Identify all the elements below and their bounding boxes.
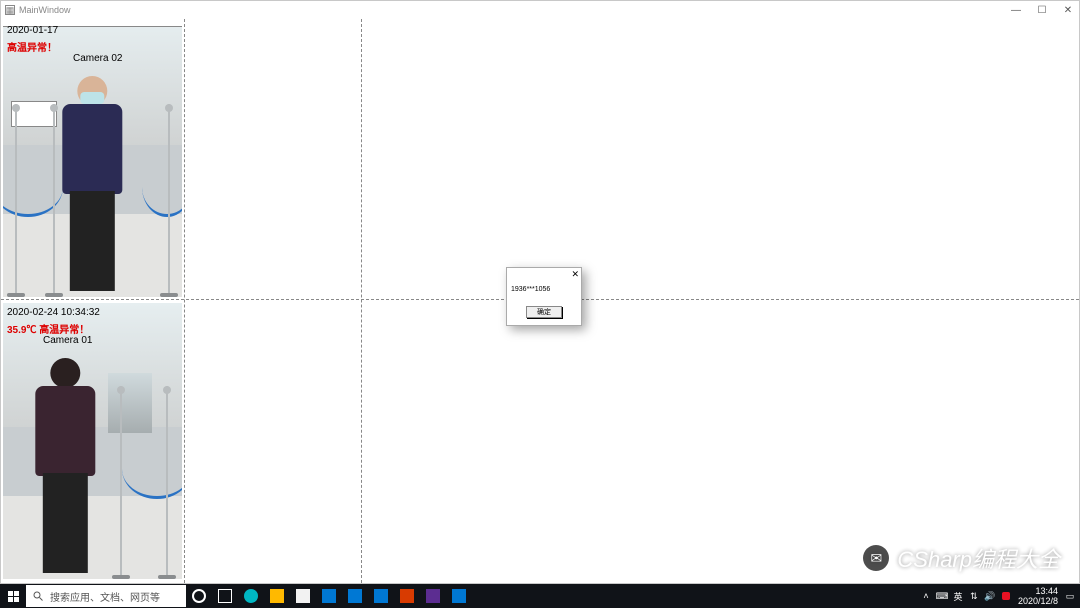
camera-feed-2: 2020-02-24 10:34:32 35.9℃ 高温异常！ Camera 0… xyxy=(3,303,182,579)
taskview-button[interactable] xyxy=(212,584,238,608)
visualstudio-button[interactable] xyxy=(420,584,446,608)
store-button[interactable] xyxy=(290,584,316,608)
camera-cell-1[interactable]: 2020-01-17 高温异常！ Camera 02 xyxy=(3,21,182,297)
dialog-ok-button[interactable]: 确定 xyxy=(526,306,562,318)
settings-icon xyxy=(348,589,362,603)
calendar-icon xyxy=(374,589,388,603)
camera1-alert: 高温异常！ xyxy=(7,39,57,54)
edge-button[interactable] xyxy=(238,584,264,608)
mail-button[interactable] xyxy=(316,584,342,608)
tray-volume-icon[interactable]: 🔊 xyxy=(984,590,996,602)
tray-overflow-icon[interactable]: ˄ xyxy=(920,590,932,602)
dialog-titlebar[interactable]: ✕ xyxy=(507,268,581,280)
watermark: ✉ CSharp编程大全 xyxy=(863,542,1060,574)
camera1-timestamp: 2020-01-17 xyxy=(7,25,58,36)
dialog-close-button[interactable]: ✕ xyxy=(571,269,579,280)
grid-vertical-line-1 xyxy=(184,19,185,583)
camera-feed-1: 2020-01-17 高温异常！ Camera 02 xyxy=(3,21,182,297)
taskbar-tray-area: ˄ ⌨ 英 ⇅ 🔊 13:44 2020/12/8 ▭ xyxy=(920,586,1080,606)
titlebar[interactable]: ▦ MainWindow — ☐ ✕ xyxy=(1,1,1079,19)
tray-network-icon[interactable]: ⇅ xyxy=(968,590,980,602)
search-placeholder: 搜索应用、文档、网页等 xyxy=(50,589,160,604)
folder-icon xyxy=(270,589,284,603)
store-icon xyxy=(296,589,310,603)
camera2-timestamp: 2020-02-24 10:34:32 xyxy=(7,307,100,318)
app-icon-tb xyxy=(452,589,466,603)
app-icon: ▦ xyxy=(5,5,15,15)
cortana-button[interactable] xyxy=(186,584,212,608)
wechat-icon: ✉ xyxy=(863,545,889,571)
settings-button[interactable] xyxy=(342,584,368,608)
explorer-button[interactable] xyxy=(264,584,290,608)
visualstudio-icon xyxy=(426,589,440,603)
system-tray[interactable]: ˄ ⌨ 英 ⇅ 🔊 xyxy=(920,590,1012,602)
taskbar[interactable]: 搜索应用、文档、网页等 ˄ ⌨ 英 ⇅ 🔊 13:44 2020/12/8 ▭ xyxy=(0,584,1080,608)
start-button[interactable] xyxy=(0,584,26,608)
watermark-text: CSharp编程大全 xyxy=(897,542,1060,574)
tray-record-icon[interactable] xyxy=(1000,590,1012,602)
word-button[interactable] xyxy=(394,584,420,608)
camera2-alert: 35.9℃ 高温异常！ xyxy=(7,321,89,336)
taskview-icon xyxy=(218,589,232,603)
mail-icon xyxy=(322,589,336,603)
clock-date: 2020/12/8 xyxy=(1018,596,1058,606)
window-controls: — ☐ ✕ xyxy=(1009,5,1075,16)
dialog-message: 1936***1056 xyxy=(507,280,581,297)
camera2-label: Camera 01 xyxy=(43,335,92,346)
app-button[interactable] xyxy=(446,584,472,608)
camera-cell-2[interactable]: 2020-02-24 10:34:32 35.9℃ 高温异常！ Camera 0… xyxy=(3,303,182,579)
cortana-icon xyxy=(192,589,206,603)
grid-vertical-line-2 xyxy=(361,19,362,583)
notifications-button[interactable]: ▭ xyxy=(1064,590,1076,602)
person-2 xyxy=(12,358,119,579)
message-dialog[interactable]: ✕ 1936***1056 确定 xyxy=(506,267,582,326)
search-icon xyxy=(32,590,44,602)
tray-input-icon[interactable]: ⌨ xyxy=(936,590,948,602)
tray-ime-icon[interactable]: 英 xyxy=(952,590,964,602)
clock-time: 13:44 xyxy=(1018,586,1058,596)
windows-logo-icon xyxy=(8,591,19,602)
main-window: ▦ MainWindow — ☐ ✕ xyxy=(0,0,1080,584)
edge-icon xyxy=(244,589,258,603)
person-1 xyxy=(39,76,146,297)
minimize-button[interactable]: — xyxy=(1009,5,1023,16)
window-title: MainWindow xyxy=(19,5,71,15)
maximize-button[interactable]: ☐ xyxy=(1035,5,1049,16)
taskbar-clock[interactable]: 13:44 2020/12/8 xyxy=(1018,586,1058,606)
word-icon xyxy=(400,589,414,603)
taskbar-search[interactable]: 搜索应用、文档、网页等 xyxy=(26,585,186,607)
taskbar-pinned-apps xyxy=(186,584,472,608)
close-button[interactable]: ✕ xyxy=(1061,5,1075,16)
content-area: 2020-01-17 高温异常！ Camera 02 2020-02-24 10 xyxy=(1,19,1079,583)
calendar-button[interactable] xyxy=(368,584,394,608)
camera1-label: Camera 02 xyxy=(73,53,122,64)
